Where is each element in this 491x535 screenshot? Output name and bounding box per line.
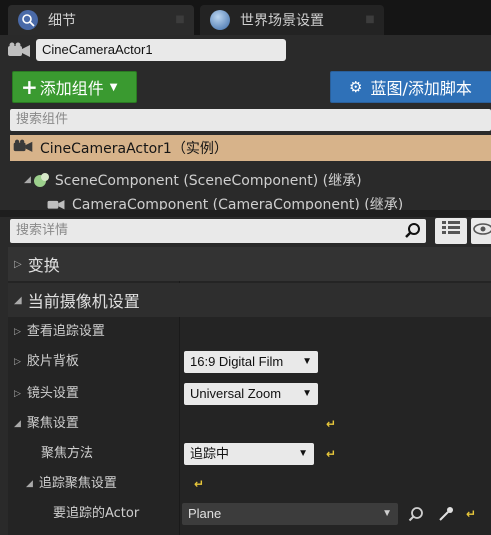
prop-label-text: 聚焦设置 <box>26 416 79 431</box>
add-component-label: 添加组件 <box>39 79 104 98</box>
grid-list-icon <box>442 221 460 241</box>
tree-item-scene-component[interactable]: ◢ SceneComponent (SceneComponent) (继承) <box>24 170 362 190</box>
tab-details-label: 细节 <box>48 13 76 29</box>
world-globe-icon <box>210 10 230 30</box>
expanded-triangle-icon: ◢ <box>14 419 21 429</box>
lens-value: Universal Zoom <box>190 386 282 401</box>
tab-bar: 细节 ■ 世界场景设置 ■ <box>0 0 491 35</box>
prop-row-tracking-focus[interactable]: ◢ 追踪聚焦设置 ↵ <box>8 469 491 499</box>
actor-name-field[interactable]: CineCameraActor1 <box>36 39 286 61</box>
camera-actor-icon <box>12 139 34 157</box>
dropdown-arrow-icon: ▼ <box>302 388 312 399</box>
tree-item-label: SceneComponent (SceneComponent) (继承) <box>54 173 362 189</box>
collapsed-triangle-icon: ▷ <box>14 258 22 270</box>
camera-component-icon <box>46 197 66 211</box>
chevron-down-icon: ▼ <box>109 81 118 93</box>
prop-row-lookat-tracking[interactable]: ▷ 查看追踪设置 <box>8 317 491 347</box>
focus-method-value: 追踪中 <box>190 446 230 461</box>
prop-row-actor-to-track[interactable]: 要追踪的Actor Plane ▼ ↵ <box>8 499 491 529</box>
eyedropper-icon[interactable] <box>438 506 454 526</box>
category-label: 变换 <box>27 256 60 275</box>
gear-icon: ⚙ <box>349 78 363 96</box>
actor-to-track-value: Plane <box>188 506 222 521</box>
close-icon[interactable]: ■ <box>364 14 376 26</box>
view-options-button[interactable] <box>435 218 467 244</box>
camera-actor-icon <box>6 42 32 58</box>
tab-details[interactable]: 细节 ■ <box>8 5 194 35</box>
tab-world-settings[interactable]: 世界场景设置 ■ <box>200 5 384 35</box>
details-search-input[interactable]: 搜索详情 <box>10 219 426 243</box>
category-label: 当前摄像机设置 <box>27 292 140 311</box>
actor-to-track-picker[interactable]: Plane ▼ <box>182 503 398 525</box>
lens-dropdown[interactable]: Universal Zoom ▼ <box>184 383 318 405</box>
plus-icon: + <box>21 75 38 99</box>
focus-method-dropdown[interactable]: 追踪中 ▼ <box>184 443 314 465</box>
component-root-row[interactable]: CineCameraActor1（实例） <box>10 135 491 161</box>
prop-label-text: 聚焦方法 <box>41 446 94 461</box>
prop-row-filmback[interactable]: ▷ 胶片背板 16:9 Digital Film ▼ <box>8 347 491 377</box>
prop-label-text: 追踪聚焦设置 <box>38 476 117 491</box>
prop-label: 聚焦方法 <box>41 439 93 469</box>
prop-label: ▷ 胶片背板 <box>14 347 79 377</box>
collapsed-triangle-icon: ▷ <box>14 389 21 399</box>
scene-component-icon <box>33 172 51 188</box>
prop-label: ◢ 追踪聚焦设置 <box>26 469 117 499</box>
prop-row-lens[interactable]: ▷ 镜头设置 Universal Zoom ▼ <box>8 379 491 409</box>
browse-search-icon[interactable] <box>408 506 424 526</box>
blueprint-label: 蓝图/添加脚本 <box>370 79 472 98</box>
prop-label: 要追踪的Actor <box>53 499 139 529</box>
prop-label: ◢ 聚焦设置 <box>14 409 79 439</box>
visibility-button[interactable] <box>471 218 491 244</box>
expanded-triangle-icon: ◢ <box>14 294 22 306</box>
expanded-triangle-icon: ◢ <box>26 479 33 489</box>
dropdown-arrow-icon: ▼ <box>298 448 308 459</box>
details-search-placeholder: 搜索详情 <box>16 223 69 238</box>
details-icon <box>18 10 38 30</box>
dropdown-arrow-icon: ▼ <box>382 508 392 519</box>
prop-row-focus-method[interactable]: 聚焦方法 追踪中 ▼ ↵ <box>8 439 491 469</box>
reset-to-default-icon[interactable]: ↵ <box>466 507 476 521</box>
tab-world-settings-label: 世界场景设置 <box>240 13 324 29</box>
category-transform[interactable]: ▷ 变换 <box>8 247 491 281</box>
prop-row-focus[interactable]: ◢ 聚焦设置 ↵ <box>8 409 491 439</box>
collapsed-triangle-icon: ▷ <box>14 327 21 337</box>
filmback-value: 16:9 Digital Film <box>190 354 284 369</box>
eye-icon <box>473 222 491 240</box>
splitter[interactable] <box>0 210 491 217</box>
prop-label: ▷ 镜头设置 <box>14 379 79 409</box>
component-root-label: CineCameraActor1（实例） <box>40 141 228 157</box>
prop-label-text: 要追踪的Actor <box>53 506 140 521</box>
close-icon[interactable]: ■ <box>174 14 186 26</box>
category-current-camera-settings[interactable]: ◢ 当前摄像机设置 <box>8 283 491 317</box>
prop-label-text: 胶片背板 <box>26 354 79 369</box>
collapsed-triangle-icon: ▷ <box>14 357 21 367</box>
filmback-dropdown[interactable]: 16:9 Digital Film ▼ <box>184 351 318 373</box>
blueprint-add-script-button[interactable]: ⚙ 蓝图/添加脚本 <box>330 71 491 103</box>
prop-label-text: 查看追踪设置 <box>26 324 105 339</box>
reset-to-default-icon[interactable]: ↵ <box>326 447 336 461</box>
reset-to-default-icon[interactable]: ↵ <box>326 417 336 431</box>
search-icon <box>404 222 422 240</box>
add-component-button[interactable]: + 添加组件 ▼ <box>12 71 137 103</box>
component-search-input[interactable]: 搜索组件 <box>10 109 491 131</box>
prop-label-text: 镜头设置 <box>26 386 79 401</box>
reset-to-default-icon[interactable]: ↵ <box>194 477 204 491</box>
prop-label: ▷ 查看追踪设置 <box>14 317 105 347</box>
expand-triangle-icon[interactable]: ◢ <box>24 175 31 185</box>
dropdown-arrow-icon: ▼ <box>302 356 312 367</box>
